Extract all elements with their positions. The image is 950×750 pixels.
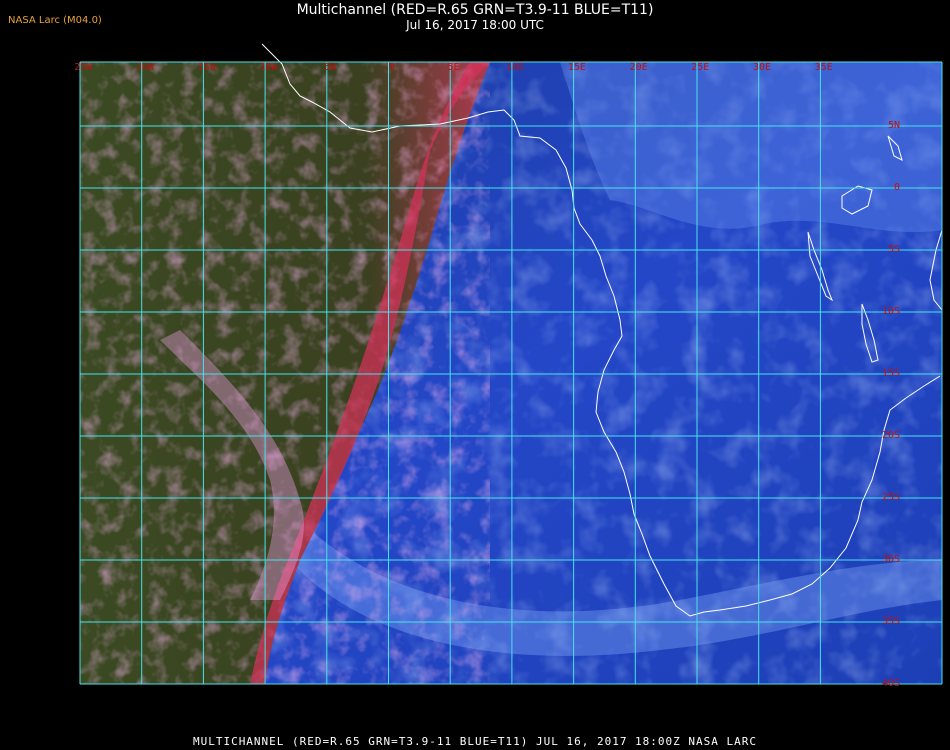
latitude-label: 0 xyxy=(894,182,900,193)
longitude-label: 25E xyxy=(691,62,709,73)
imagery-layer xyxy=(80,62,942,684)
latitude-label: 5N xyxy=(888,120,900,131)
longitude-label: 30E xyxy=(753,62,771,73)
longitude-label: 15W xyxy=(198,62,217,73)
latitude-label: 40S xyxy=(882,678,900,689)
longitude-label: 35E xyxy=(815,62,833,73)
latitude-label: 30S xyxy=(882,554,900,565)
footer-caption: MULTICHANNEL (RED=R.65 GRN=T3.9-11 BLUE=… xyxy=(192,735,758,748)
latitude-label: 15S xyxy=(882,368,900,379)
longitude-label: 25W xyxy=(74,62,93,73)
longitude-label: 10E xyxy=(506,62,524,73)
latitude-label: 25S xyxy=(882,492,900,503)
latitude-label: 35S xyxy=(882,616,900,627)
longitude-label: 20W xyxy=(136,62,155,73)
longitude-label: 0 xyxy=(389,62,395,73)
latitude-label: 5S xyxy=(888,244,900,255)
latitude-label: 20S xyxy=(882,430,900,441)
longitude-label: 15E xyxy=(568,62,586,73)
latitude-label: 10S xyxy=(882,306,900,317)
longitude-label: 20E xyxy=(630,62,648,73)
longitude-label: 5W xyxy=(324,62,337,73)
satellite-map: 25W 20W 15W 10W 5W 0 5E 10E 15E 20E 25E 30E 35E 5N 0 5… xyxy=(74,43,943,728)
longitude-label: 5E xyxy=(447,62,459,73)
longitude-label: 10W xyxy=(259,62,278,73)
image-border xyxy=(80,684,942,728)
